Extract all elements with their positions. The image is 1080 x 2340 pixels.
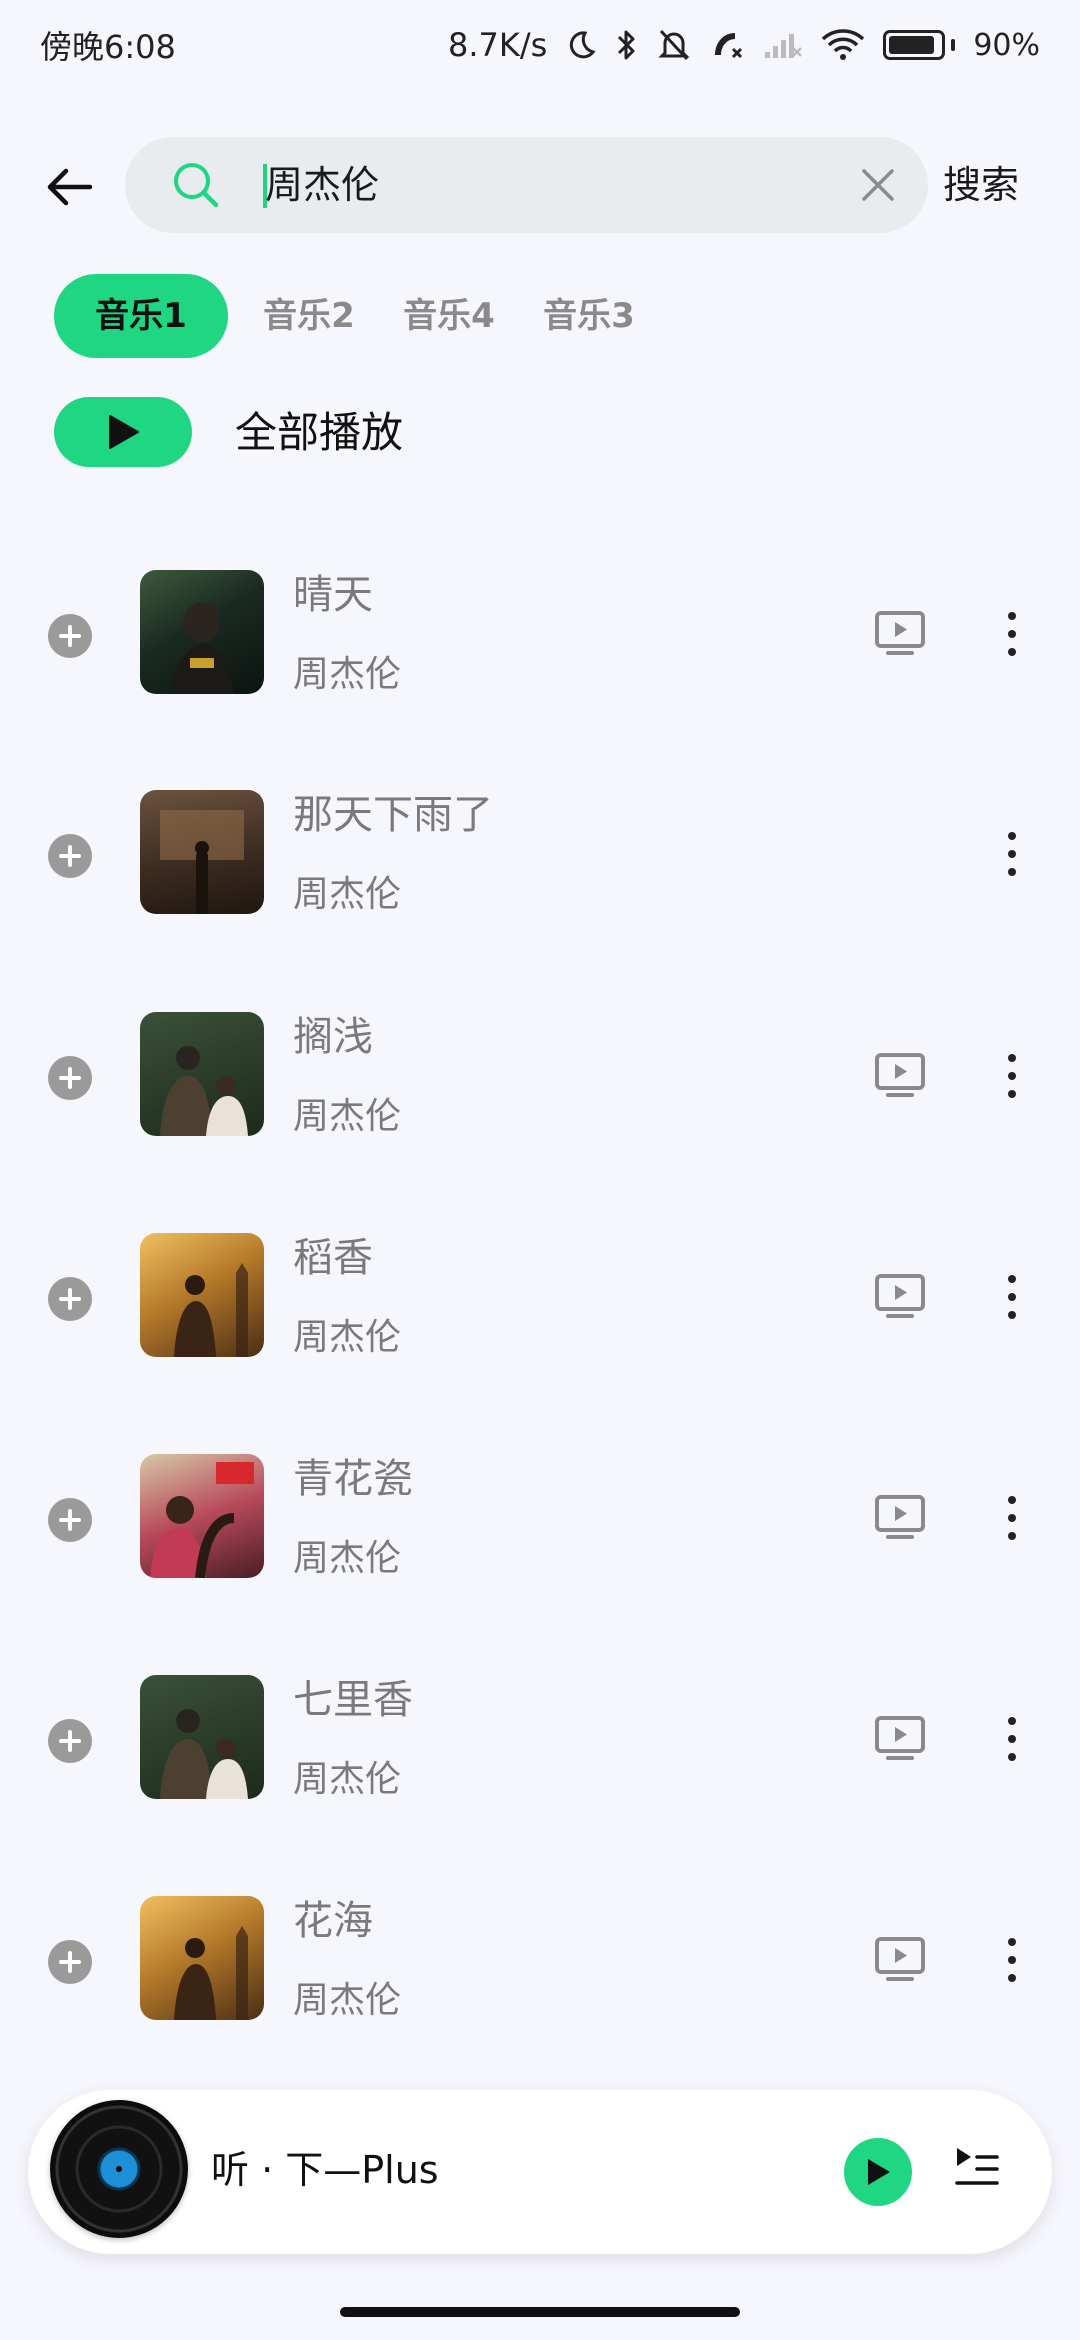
bluetooth-icon [615, 27, 639, 63]
player-title[interactable]: 听 · 下—Plus [211, 2142, 439, 2198]
moon-icon [565, 29, 597, 61]
add-icon[interactable] [48, 614, 92, 658]
mv-icon[interactable] [874, 1273, 926, 1323]
more-options-icon[interactable] [1000, 1275, 1024, 1319]
song-artist: 周杰伦 [293, 1980, 402, 2021]
mv-icon[interactable] [874, 610, 926, 660]
list-item[interactable]: 七里香 周杰伦 [0, 1675, 1080, 1805]
search-input[interactable]: 周杰伦 [125, 137, 928, 233]
status-time: 傍晚6:08 [40, 28, 176, 66]
battery-percent: 90% [973, 27, 1040, 63]
song-title: 花海 [293, 1898, 373, 1944]
song-artist: 周杰伦 [293, 1096, 402, 1137]
more-options-icon[interactable] [1000, 612, 1024, 656]
list-item[interactable]: 晴天 周杰伦 [0, 570, 1080, 700]
vinyl-disc-icon[interactable] [50, 2100, 188, 2238]
clear-icon[interactable] [860, 167, 896, 207]
wifi-icon [821, 29, 865, 61]
list-item[interactable]: 稻香 周杰伦 [0, 1233, 1080, 1363]
search-button[interactable]: 搜索 [943, 157, 1019, 213]
album-cover [140, 1454, 264, 1578]
add-icon[interactable] [48, 1277, 92, 1321]
song-artist: 周杰伦 [293, 1317, 402, 1358]
album-cover [140, 790, 264, 914]
list-item[interactable]: 那天下雨了 周杰伦 [0, 790, 1080, 920]
song-artist: 周杰伦 [293, 1759, 402, 1800]
search-query: 周杰伦 [265, 163, 380, 207]
play-all-label[interactable]: 全部播放 [235, 405, 403, 461]
mv-icon[interactable] [874, 1715, 926, 1765]
album-cover [140, 1896, 264, 2020]
song-artist: 周杰伦 [293, 654, 402, 695]
mini-player[interactable]: 听 · 下—Plus [28, 2090, 1052, 2254]
song-title: 青花瓷 [293, 1456, 413, 1502]
play-all-button[interactable] [54, 397, 192, 467]
song-title: 晴天 [293, 572, 373, 618]
album-cover [140, 1675, 264, 1799]
search-results-screen: 傍晚6:08 8.7K/s 90% 周杰伦 搜索 音乐1 音乐2 音乐4 音乐3… [0, 0, 1080, 2340]
add-icon[interactable] [48, 1940, 92, 1984]
home-indicator[interactable] [340, 2307, 740, 2317]
playlist-icon[interactable] [953, 2142, 1001, 2196]
song-title: 那天下雨了 [293, 792, 493, 838]
tab-music3[interactable]: 音乐3 [534, 274, 644, 358]
list-item[interactable]: 青花瓷 周杰伦 [0, 1454, 1080, 1584]
network-speed: 8.7K/s [447, 26, 548, 64]
back-button[interactable] [38, 157, 98, 217]
call-icon [709, 27, 745, 63]
more-options-icon[interactable] [1000, 1496, 1024, 1540]
album-cover [140, 1012, 264, 1136]
tab-music4[interactable]: 音乐4 [394, 274, 504, 358]
list-item[interactable]: 搁浅 周杰伦 [0, 1012, 1080, 1142]
more-options-icon[interactable] [1000, 1054, 1024, 1098]
more-options-icon[interactable] [1000, 1938, 1024, 1982]
song-title: 搁浅 [293, 1014, 373, 1060]
battery-icon [883, 30, 956, 60]
mv-icon[interactable] [874, 1494, 926, 1544]
search-icon [170, 159, 222, 215]
mv-icon[interactable] [874, 1936, 926, 1986]
search-header: 周杰伦 搜索 [0, 135, 1080, 235]
play-icon [868, 2159, 890, 2185]
add-icon[interactable] [48, 1498, 92, 1542]
tab-music1[interactable]: 音乐1 [54, 274, 228, 358]
status-bar: 傍晚6:08 8.7K/s 90% [0, 0, 1080, 90]
mv-icon[interactable] [874, 1052, 926, 1102]
album-cover [140, 1233, 264, 1357]
album-cover [140, 570, 264, 694]
add-icon[interactable] [48, 834, 92, 878]
play-icon [109, 415, 139, 449]
more-options-icon[interactable] [1000, 1717, 1024, 1761]
mute-bell-icon [657, 27, 691, 63]
song-artist: 周杰伦 [293, 1538, 402, 1579]
add-icon[interactable] [48, 1056, 92, 1100]
song-title: 七里香 [293, 1677, 413, 1723]
add-icon[interactable] [48, 1719, 92, 1763]
song-artist: 周杰伦 [293, 874, 402, 915]
back-arrow-icon [47, 168, 92, 206]
signal-icon [763, 30, 803, 60]
more-options-icon[interactable] [1000, 832, 1024, 876]
tab-music2[interactable]: 音乐2 [254, 274, 364, 358]
song-title: 稻香 [293, 1235, 373, 1281]
battery-fill [889, 36, 935, 54]
list-item[interactable]: 花海 周杰伦 [0, 1896, 1080, 2026]
player-play-button[interactable] [844, 2138, 912, 2206]
